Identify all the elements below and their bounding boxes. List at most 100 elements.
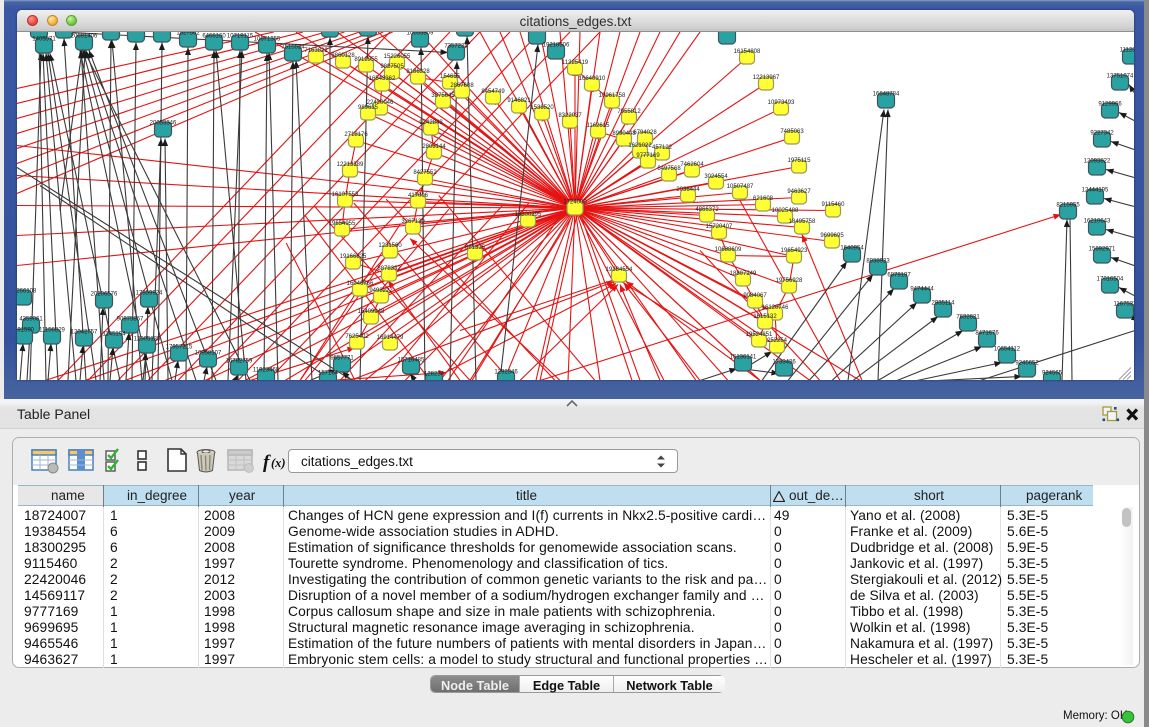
svg-text:1538520: 1538520 [530, 105, 554, 111]
svg-text:9498222: 9498222 [369, 288, 393, 294]
svg-text:9245652: 9245652 [1015, 360, 1039, 366]
svg-text:f: f [263, 452, 271, 473]
svg-text:3875645: 3875645 [431, 93, 455, 99]
svg-text:8471676: 8471676 [975, 330, 999, 336]
svg-text:7625402: 7625402 [345, 334, 369, 340]
svg-text:20206576: 20206576 [91, 291, 118, 297]
svg-text:10719115: 10719115 [227, 33, 254, 39]
svg-text:924565: 924565 [1042, 370, 1063, 376]
svg-text:10688609: 10688609 [715, 247, 742, 253]
svg-text:1975115: 1975115 [788, 158, 812, 164]
svg-text:9146821: 9146821 [507, 98, 531, 104]
svg-text:16046766: 16046766 [347, 281, 374, 287]
svg-text:12093822: 12093822 [1084, 158, 1111, 164]
svg-text:7163822: 7163822 [304, 48, 328, 54]
svg-text:7357224: 7357224 [444, 43, 468, 49]
svg-text:13751074: 13751074 [1107, 73, 1134, 79]
svg-text:10507487: 10507487 [727, 184, 754, 190]
svg-text:11923468: 11923468 [253, 367, 280, 373]
svg-text:19166825: 19166825 [340, 254, 367, 260]
svg-text:12213389: 12213389 [337, 162, 364, 168]
svg-text:20053346: 20053346 [150, 120, 177, 126]
svg-text:19654955: 19654955 [329, 221, 356, 227]
svg-text:15409948: 15409948 [358, 309, 385, 315]
svg-text:19654923: 19654923 [781, 248, 808, 254]
svg-text:9463627: 9463627 [787, 189, 811, 195]
svg-text:16782759: 16782759 [226, 358, 253, 364]
svg-text:9827505: 9827505 [380, 64, 404, 70]
svg-text:9115460: 9115460 [822, 202, 846, 208]
svg-text:157164: 157164 [318, 370, 339, 376]
svg-text:7462604: 7462604 [680, 162, 704, 168]
svg-text:8322037: 8322037 [558, 113, 582, 119]
svg-text:391590: 391590 [17, 327, 35, 333]
svg-text:17957215: 17957215 [166, 344, 193, 350]
svg-text:15136141: 15136141 [730, 354, 757, 360]
svg-text:8427552: 8427552 [413, 170, 437, 176]
svg-text:18807249: 18807249 [730, 271, 757, 277]
svg-text:10958107: 10958107 [195, 350, 222, 356]
svg-text:16543362: 16543362 [369, 76, 396, 82]
svg-text:19384554: 19384554 [606, 267, 633, 273]
svg-text:20691406: 20691406 [71, 33, 98, 39]
svg-text:9657771: 9657771 [330, 355, 354, 361]
svg-text:10671355: 10671355 [254, 36, 281, 42]
svg-text:8878332: 8878332 [377, 266, 401, 272]
svg-text:417006: 417006 [408, 193, 429, 199]
svg-text:8912955: 8912955 [354, 57, 378, 63]
svg-text:18300295: 18300295 [515, 212, 542, 218]
svg-text:8215955: 8215955 [1056, 202, 1080, 208]
svg-text:2718176: 2718176 [344, 132, 368, 138]
svg-text:1292346: 1292346 [494, 369, 518, 375]
svg-text:1621022: 1621022 [628, 143, 652, 149]
svg-text:9084067: 9084067 [743, 293, 767, 299]
svg-text:15226055: 15226055 [384, 54, 411, 60]
svg-text:9777169: 9777169 [636, 153, 660, 159]
svg-text:8938923: 8938923 [866, 258, 890, 264]
svg-text:16640910: 16640910 [579, 76, 606, 82]
svg-text:621608: 621608 [753, 196, 774, 202]
svg-text:19756928: 19756928 [776, 278, 803, 284]
svg-text:10961758: 10961758 [599, 93, 626, 99]
svg-text:15692971: 15692971 [1089, 246, 1116, 252]
svg-text:7632621: 7632621 [956, 314, 980, 320]
svg-text:2087682: 2087682 [715, 32, 739, 34]
svg-text:12042757: 12042757 [71, 329, 98, 335]
svg-text:16120746: 16120746 [762, 305, 789, 311]
svg-text:2036444: 2036444 [676, 187, 700, 193]
svg-text:11325419: 11325419 [562, 60, 589, 66]
svg-text:18495758: 18495758 [789, 219, 816, 225]
svg-text:9227342: 9227342 [1090, 130, 1114, 136]
svg-text:1405571: 1405571 [32, 36, 56, 42]
svg-text:6497568: 6497568 [657, 166, 681, 172]
svg-text:3024554: 3024554 [704, 174, 728, 180]
svg-text:16648784: 16648784 [873, 91, 900, 97]
svg-text:2867608: 2867608 [450, 83, 474, 89]
svg-text:1733426: 1733426 [772, 359, 796, 365]
svg-text:6879197: 6879197 [887, 272, 911, 278]
svg-text:4359061: 4359061 [19, 316, 43, 322]
svg-text:12444195: 12444195 [1082, 187, 1109, 193]
svg-text:1167533: 1167533 [1114, 301, 1134, 307]
svg-text:128234: 128234 [424, 371, 445, 377]
svg-text:12213967: 12213967 [753, 75, 780, 81]
svg-text:8813054: 8813054 [525, 32, 549, 34]
svg-text:8454749: 8454749 [481, 89, 505, 95]
svg-text:1640954: 1640954 [840, 245, 864, 251]
svg-text:1724000: 1724000 [563, 199, 587, 205]
svg-text:3267130: 3267130 [401, 219, 425, 225]
svg-text:17016504: 17016504 [1097, 276, 1124, 282]
svg-text:9474444: 9474444 [910, 286, 934, 292]
svg-text:1145194: 1145194 [103, 331, 127, 337]
svg-text:19218506: 19218506 [543, 42, 570, 48]
svg-text:16154808: 16154808 [734, 49, 761, 55]
svg-text:7955812: 7955812 [617, 109, 641, 115]
svg-text:881335: 881335 [465, 245, 486, 251]
svg-text:2803144: 2803144 [422, 144, 446, 150]
svg-text:9242848: 9242848 [419, 120, 443, 126]
svg-text:10025488: 10025488 [772, 208, 799, 214]
svg-text:1527602: 1527602 [176, 32, 200, 37]
svg-text:10654112: 10654112 [994, 346, 1021, 352]
svg-text:7515524: 7515524 [281, 44, 305, 50]
svg-text:11156829: 11156829 [39, 327, 65, 333]
